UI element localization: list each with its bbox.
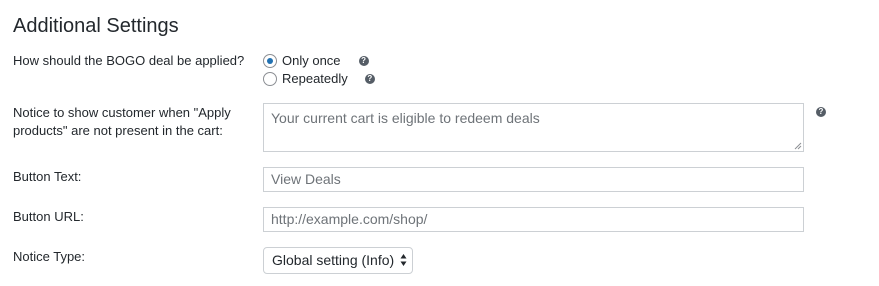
radio-repeatedly[interactable] — [263, 71, 277, 86]
button-url-input[interactable]: http://example.com/shop/ — [263, 207, 804, 232]
select-arrows-icon — [400, 254, 407, 266]
notice-type-select[interactable]: Global setting (Info) — [263, 247, 414, 274]
resize-grip-icon[interactable] — [794, 142, 802, 150]
button-url-placeholder: http://example.com/shop/ — [271, 211, 428, 227]
radio-only-once-label[interactable]: Only once — [282, 53, 341, 68]
question-mark-icon[interactable]: ? — [816, 107, 826, 117]
radio-repeatedly-label[interactable]: Repeatedly — [282, 71, 348, 86]
radio-only-once-row[interactable]: Only once ? — [263, 53, 369, 68]
question-mark-icon[interactable]: ? — [358, 55, 369, 66]
question-mark-icon[interactable]: ? — [364, 73, 375, 84]
button-text-input[interactable]: View Deals — [263, 167, 804, 192]
radio-only-once[interactable] — [263, 53, 277, 68]
section-title: Additional Settings — [13, 15, 179, 37]
button-text-placeholder: View Deals — [271, 171, 341, 187]
button-url-label: Button URL: — [13, 209, 84, 224]
button-text-label: Button Text: — [13, 169, 82, 184]
notice-label: Notice to show customer when "Apply prod… — [13, 105, 231, 138]
notice-textarea-value: Your current cart is eligible to redeem … — [271, 110, 540, 126]
bogo-apply-label: How should the BOGO deal be applied? — [13, 53, 245, 68]
notice-type-selected-value: Global setting (Info) — [272, 252, 395, 268]
notice-textarea[interactable]: Your current cart is eligible to redeem … — [263, 103, 804, 152]
notice-type-label: Notice Type: — [13, 249, 86, 264]
radio-repeatedly-row[interactable]: Repeatedly ? — [263, 71, 375, 86]
